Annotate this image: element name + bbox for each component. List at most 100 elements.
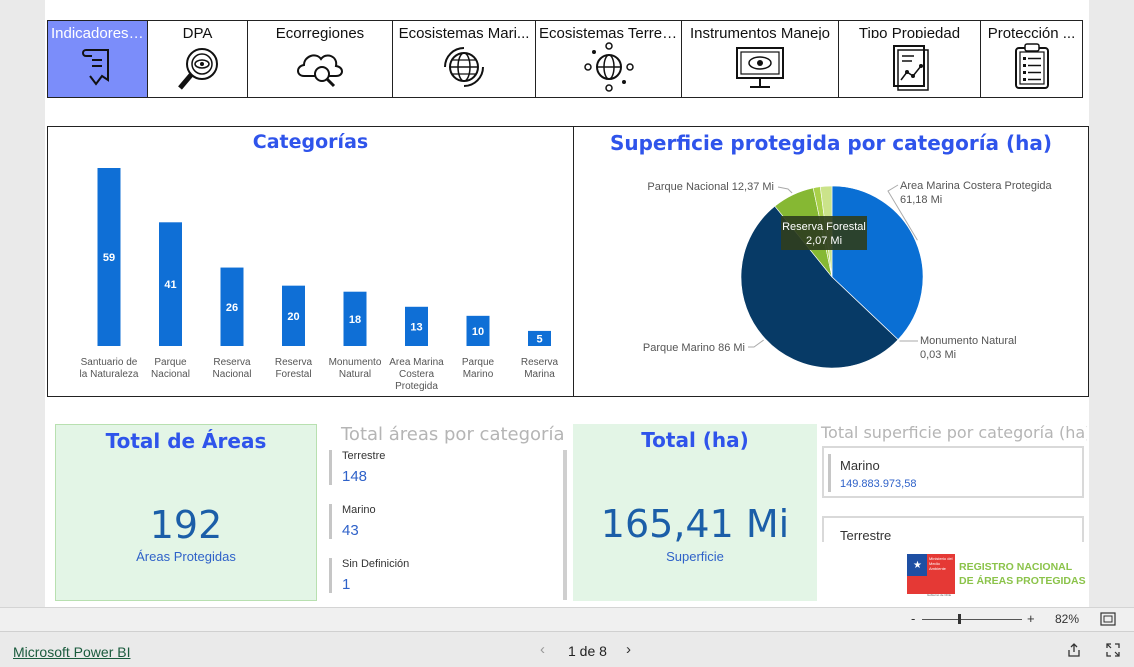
bar-data-label: 13 <box>410 321 422 333</box>
nav-button-ecorregiones[interactable]: Ecorregiones <box>248 20 393 98</box>
pie-label: Area Marina Costera Protegida <box>900 180 1053 192</box>
svg-text:Reserva Forestal: Reserva Forestal <box>782 221 866 233</box>
pie-tooltip: Reserva Forestal 2,07 Mi <box>781 216 867 250</box>
x-tick-label: Reserva <box>521 357 559 368</box>
globe-network-icon <box>583 42 634 97</box>
list-item-label: Marino <box>342 504 376 516</box>
x-tick-label: Marino <box>463 369 494 380</box>
x-tick-label: Monumento <box>329 357 382 368</box>
list-item[interactable]: Sin Definición 1 <box>329 558 409 593</box>
pie-label: Parque Nacional 12,37 Mi <box>647 181 774 193</box>
prev-page-icon[interactable]: ‹ <box>540 641 545 658</box>
nav-button-indicadores[interactable]: Indicadores ... <box>47 20 148 98</box>
list-item-value: 149.883.973,58 <box>840 478 917 490</box>
nav-button-dpa[interactable]: DPA <box>148 20 248 98</box>
logo-line1: REGISTRO NACIONAL <box>959 561 1073 573</box>
footer-bar: Microsoft Power BI ‹ 1 de 8 › <box>0 631 1134 667</box>
scroll-icon <box>78 46 118 95</box>
list-item[interactable]: Terrestre <box>822 516 1084 542</box>
eye-magnifier-icon <box>174 44 222 97</box>
x-tick-label: Parque <box>154 357 187 368</box>
superficie-por-categoria-list: Total superficie por categoría (ha) Mari… <box>819 420 1087 542</box>
zoom-level: 82% <box>1055 612 1080 626</box>
list-item-value: 1 <box>342 576 351 593</box>
nav-button-ecosistemas-terrestres[interactable]: Ecosistemas Terres... <box>536 20 682 98</box>
nav-label: Indicadores ... <box>51 25 146 42</box>
bar-data-label: 41 <box>164 279 176 291</box>
total-ha-card[interactable]: Total (ha) 165,41 Mi Superficie <box>573 424 817 601</box>
pie-label: Parque Marino 86 Mi <box>643 342 745 354</box>
nav-label: Ecorregiones <box>275 25 365 42</box>
x-tick-label: Area Marina <box>389 357 444 368</box>
pie-leader-line <box>777 186 793 194</box>
total-areas-value: 192 <box>149 503 223 547</box>
svg-text:2,07 Mi: 2,07 Mi <box>806 235 842 247</box>
zoom-slider-track[interactable] <box>922 619 1022 620</box>
list-item-value: 43 <box>342 522 359 539</box>
zoom-out-button[interactable]: - <box>911 611 915 626</box>
x-tick-label: Reserva <box>275 357 313 368</box>
total-areas-card[interactable]: Total de Áreas 192 Áreas Protegidas <box>55 424 317 601</box>
nav-button-ecosistemas-marinos[interactable]: Ecosistemas Mari... <box>393 20 536 98</box>
fullscreen-icon[interactable] <box>1105 642 1121 663</box>
total-ha-subtitle: Superficie <box>666 549 724 564</box>
zoom-slider-handle[interactable] <box>958 614 961 624</box>
list-item[interactable]: Marino 149.883.973,58 <box>822 446 1084 498</box>
gobierno-chile-logo: ★ Ministerio del Medio Ambiente Gobierno… <box>907 554 955 598</box>
power-bi-link[interactable]: Microsoft Power BI <box>13 644 130 660</box>
logo-line2: DE ÁREAS PROTEGIDAS <box>959 575 1086 587</box>
registro-nacional-logo: ★ Ministerio del Medio Ambiente Gobierno… <box>905 552 1087 602</box>
bar-data-label: 20 <box>287 311 299 323</box>
nav-label: Ecosistemas Mari... <box>398 25 530 38</box>
share-icon[interactable] <box>1066 642 1082 663</box>
page-indicator: 1 de 8 <box>568 643 607 659</box>
list-item-label: Sin Definición <box>342 558 410 570</box>
list-item-label: Terrestre <box>342 450 386 462</box>
report-chart-icon <box>888 42 932 97</box>
bar-data-label: 59 <box>103 252 115 264</box>
clipboard-list-icon <box>1012 42 1052 97</box>
x-tick-label: Protegida <box>395 381 438 392</box>
pie-label: 0,03 Mi <box>920 349 956 361</box>
x-tick-label: Marina <box>524 369 555 380</box>
x-tick-label: Reserva <box>213 357 251 368</box>
nav-label: Instrumentos Manejo <box>689 25 831 40</box>
report-canvas: Indicadores ... DPA Ecorregiones Ecosist… <box>45 0 1089 607</box>
monitor-eye-icon <box>734 44 786 97</box>
nav-button-tipo-propiedad[interactable]: Tipo Propiedad <box>839 20 981 98</box>
item-accent-bar <box>828 454 831 492</box>
next-page-icon[interactable]: › <box>626 641 631 658</box>
x-tick-label: Natural <box>339 369 371 380</box>
nav-button-proteccion[interactable]: Protección ... <box>981 20 1083 98</box>
navigation-bar: Indicadores ... DPA Ecorregiones Ecosist… <box>47 20 1083 98</box>
list-item[interactable]: Marino 43 <box>329 504 376 539</box>
x-tick-label: Costera <box>399 369 434 380</box>
zoom-status-bar: - + 82% <box>0 607 1134 631</box>
pie-label: 61,18 Mi <box>900 194 942 206</box>
list-item-label: Marino <box>840 458 880 473</box>
fit-page-icon[interactable] <box>1100 612 1116 631</box>
x-tick-label: Santuario de <box>81 357 138 368</box>
cloud-search-icon <box>294 46 346 95</box>
areas-por-categoria-list: Total áreas por categoría Terrestre 148 … <box>325 420 570 605</box>
bar-data-label: 10 <box>472 326 484 338</box>
total-ha-title: Total (ha) <box>641 428 749 452</box>
list-item[interactable]: Terrestre 148 <box>329 450 385 485</box>
pie-label: Monumento Natural <box>920 335 1017 347</box>
globe-cycle-icon <box>439 42 489 97</box>
total-areas-subtitle: Áreas Protegidas <box>136 549 236 564</box>
x-tick-label: Nacional <box>213 369 252 380</box>
pie-leader-line <box>748 339 764 348</box>
areas-list-title: Total áreas por categoría <box>341 424 565 445</box>
zoom-in-button[interactable]: + <box>1027 611 1035 626</box>
x-tick-label: Parque <box>462 357 495 368</box>
bar-data-label: 26 <box>226 302 238 314</box>
bar-data-label: 5 <box>536 333 542 345</box>
x-tick-label: Forestal <box>275 369 311 380</box>
nav-button-instrumentos-manejo[interactable]: Instrumentos Manejo <box>682 20 839 98</box>
categorias-bar-chart: 59Santuario dela Naturaleza41ParqueNacio… <box>80 168 559 392</box>
nav-label: DPA <box>182 25 213 40</box>
list-item-label: Terrestre <box>840 528 892 542</box>
x-tick-label: Nacional <box>151 369 190 380</box>
list-scrollbar[interactable] <box>563 450 567 600</box>
